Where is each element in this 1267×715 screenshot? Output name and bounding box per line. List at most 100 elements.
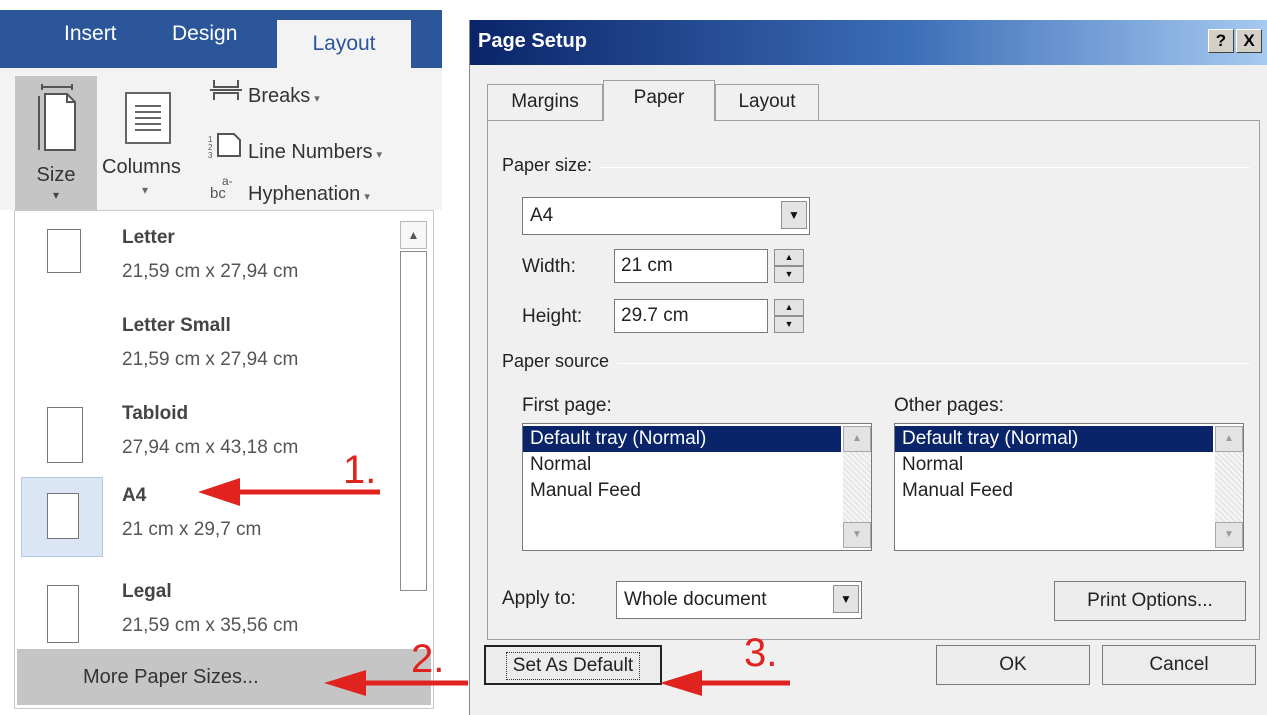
page-letter-icon [47, 229, 81, 273]
size-item-dims: 21,59 cm x 35,56 cm [122, 615, 299, 636]
tab-margins[interactable]: Margins [487, 84, 603, 120]
list-item[interactable]: Manual Feed [523, 478, 841, 504]
group-divider [502, 167, 1250, 168]
hyphenation-icon: bc a- [208, 174, 248, 206]
spin-up-icon[interactable]: ▲ [774, 299, 804, 316]
size-item-letter[interactable]: Letter 21,59 cm x 27,94 cm [15, 217, 397, 305]
height-field[interactable]: 29.7 cm [614, 299, 768, 333]
size-button[interactable]: Size ▾ [15, 76, 97, 210]
size-item-name: Tabloid [122, 403, 189, 424]
size-item-dims: 21 cm x 29,7 cm [122, 519, 262, 540]
scroll-up-icon[interactable]: ▲ [400, 221, 427, 249]
scroll-down-icon[interactable]: ▼ [1215, 522, 1243, 548]
list-scrollbar[interactable]: ▲ ▼ [843, 426, 871, 548]
breaks-button[interactable]: Breaks ▾ [208, 78, 320, 108]
list-scrollbar[interactable]: ▲ ▼ [1215, 426, 1243, 548]
chevron-down-icon[interactable]: ▼ [833, 585, 859, 613]
list-item[interactable]: Default tray (Normal) [895, 426, 1213, 452]
word-ribbon-panel: Insert Design Layout Size ▾ Columns ▾ Br… [0, 0, 442, 715]
close-button[interactable]: X [1236, 29, 1262, 53]
line-numbers-icon: 123 [208, 132, 248, 164]
cancel-button[interactable]: Cancel [1102, 645, 1256, 685]
breaks-label: Breaks [248, 85, 311, 107]
list-item[interactable]: Normal [523, 452, 841, 478]
paper-size-value: A4 [530, 205, 554, 226]
width-label: Width: [522, 256, 576, 277]
spin-down-icon[interactable]: ▼ [774, 266, 804, 283]
size-item-tabloid[interactable]: Tabloid 27,94 cm x 43,18 cm [15, 393, 397, 481]
print-options-button[interactable]: Print Options... [1054, 581, 1246, 621]
page-setup-ribbon-group: Size ▾ Columns ▾ Breaks ▾ 123 Line Number… [0, 68, 442, 210]
paper-source-group-label: Paper source [502, 351, 618, 372]
breaks-caret: ▾ [314, 93, 320, 105]
first-page-label: First page: [522, 395, 612, 416]
other-pages-listbox[interactable]: Default tray (Normal) Normal Manual Feed… [894, 423, 1244, 551]
spin-down-icon[interactable]: ▼ [774, 316, 804, 333]
apply-to-label: Apply to: [502, 588, 576, 609]
size-dropdown-caret: ▾ [52, 188, 60, 202]
hyphenation-button[interactable]: bc a- Hyphenation ▾ [208, 174, 370, 206]
size-label: Size [36, 164, 76, 186]
tab-design[interactable]: Design [172, 22, 237, 46]
set-as-default-button[interactable]: Set As Default [484, 645, 662, 685]
page-tabloid-icon [47, 407, 83, 463]
tab-paper[interactable]: Paper [603, 80, 715, 121]
scroll-down-icon[interactable]: ▼ [843, 522, 871, 548]
dialog-title: Page Setup [478, 30, 587, 52]
svg-text:3: 3 [208, 151, 213, 158]
apply-to-select[interactable]: Whole document ▼ [616, 581, 862, 619]
width-field[interactable]: 21 cm [614, 249, 768, 283]
first-page-listbox[interactable]: Default tray (Normal) Normal Manual Feed… [522, 423, 872, 551]
dialog-title-bar[interactable]: Page Setup ? X [470, 20, 1267, 65]
more-paper-sizes-button[interactable]: More Paper Sizes... [17, 649, 431, 705]
page-legal-icon [47, 585, 79, 643]
spin-up-icon[interactable]: ▲ [774, 249, 804, 266]
paper-tab-page: Paper size: A4 ▼ Width: 21 cm ▲ ▼ Height:… [487, 120, 1260, 640]
page-size-icon [38, 84, 76, 151]
step-3-annotation: 3. [744, 631, 778, 675]
size-item-legal[interactable]: Legal 21,59 cm x 35,56 cm [15, 571, 397, 659]
paper-size-select[interactable]: A4 ▼ [522, 197, 810, 235]
columns-label[interactable]: Columns [102, 156, 181, 179]
tab-layout-dialog[interactable]: Layout [715, 84, 819, 120]
size-item-name: Letter Small [122, 315, 231, 336]
line-numbers-button[interactable]: 123 Line Numbers ▾ [208, 132, 382, 164]
list-item[interactable]: Default tray (Normal) [523, 426, 841, 452]
size-item-name: Legal [122, 581, 172, 602]
scroll-thumb[interactable] [400, 251, 427, 591]
size-item-dims: 27,94 cm x 43,18 cm [122, 437, 299, 458]
paper-size-group-label: Paper size: [502, 155, 601, 176]
breaks-icon [208, 78, 248, 108]
step-1-annotation: 1. [343, 448, 377, 492]
list-item[interactable]: Manual Feed [895, 478, 1213, 504]
size-item-dims: 21,59 cm x 27,94 cm [122, 349, 299, 370]
set-as-default-label: Set As Default [505, 652, 641, 680]
ok-button[interactable]: OK [936, 645, 1090, 685]
scroll-up-icon[interactable]: ▲ [1215, 426, 1243, 452]
chevron-down-icon[interactable]: ▼ [781, 201, 807, 229]
apply-to-value: Whole document [624, 589, 767, 610]
height-label: Height: [522, 306, 583, 327]
columns-dropdown-caret: ▾ [142, 183, 149, 197]
line-numbers-caret: ▾ [376, 149, 383, 161]
size-item-name: Letter [122, 227, 175, 248]
size-item-letter-small[interactable]: Letter Small 21,59 cm x 27,94 cm [15, 305, 397, 393]
line-numbers-label: Line Numbers [248, 141, 373, 163]
menu-scrollbar[interactable]: ▲ [397, 219, 429, 641]
scroll-up-icon[interactable]: ▲ [843, 426, 871, 452]
ribbon-tab-bar: Insert Design Layout [0, 10, 442, 78]
other-pages-label: Other pages: [894, 395, 1004, 416]
size-item-name: A4 [122, 485, 147, 506]
page-setup-dialog: Page Setup ? X Margins Paper Layout Pape… [469, 20, 1267, 715]
size-item-a4[interactable]: A4 21 cm x 29,7 cm [15, 475, 397, 563]
page-a4-icon [47, 493, 79, 539]
list-item[interactable]: Normal [895, 452, 1213, 478]
hyphenation-caret: ▾ [364, 191, 370, 203]
size-item-dims: 21,59 cm x 27,94 cm [122, 261, 299, 282]
tab-insert[interactable]: Insert [64, 22, 117, 46]
svg-text:a-: a- [222, 174, 233, 188]
hyphenation-label: Hyphenation [248, 183, 361, 205]
help-button[interactable]: ? [1208, 29, 1234, 53]
columns-icon[interactable] [125, 92, 171, 144]
step-2-annotation: 2. [411, 637, 445, 681]
